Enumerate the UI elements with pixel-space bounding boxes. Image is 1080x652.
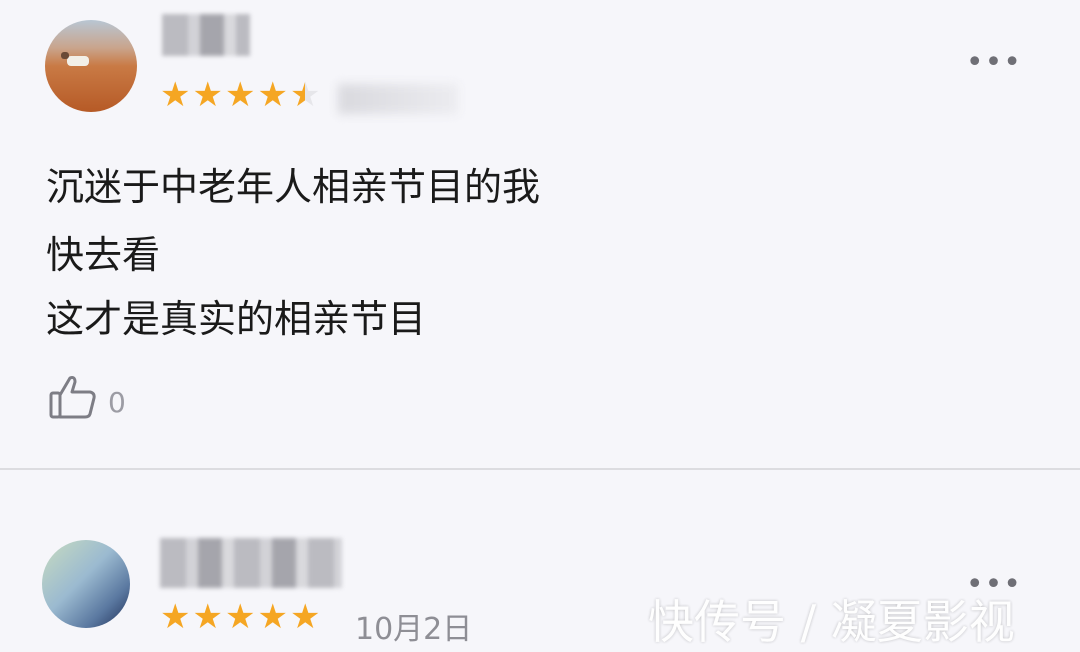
- watermark: 快传号 / 凝夏影视: [648, 595, 1015, 649]
- username-blurred[interactable]: [162, 14, 250, 56]
- avatar-blurred[interactable]: [42, 540, 130, 628]
- review-date: 10月2日: [355, 612, 473, 647]
- like-count: 0: [108, 386, 126, 419]
- more-icon[interactable]: •••: [966, 48, 1022, 78]
- comment-text-line: 快去看: [46, 233, 161, 277]
- star-rating: ★ ★ ★ ★ ★: [160, 600, 320, 634]
- star-rating: ★ ★ ★ ★ ★: [160, 78, 320, 112]
- star-icon: ★: [192, 75, 223, 115]
- star-icon: ★: [160, 597, 191, 637]
- star-icon: ★: [257, 597, 288, 637]
- star-icon: ★: [192, 597, 223, 637]
- thumbs-up-icon[interactable]: [48, 372, 98, 422]
- star-icon: ★: [224, 597, 256, 637]
- date-blurred: [338, 84, 458, 114]
- star-icon: ★: [257, 75, 288, 115]
- avatar[interactable]: [45, 20, 137, 112]
- star-icon: ★: [160, 75, 191, 115]
- username-blurred[interactable]: [160, 538, 342, 588]
- avatar-horse-image: [61, 52, 89, 66]
- comment-text-line: 这才是真实的相亲节目: [46, 297, 427, 341]
- comment-text-line: 沉迷于中老年人相亲节目的我: [46, 165, 541, 209]
- star-half-icon: ★: [289, 75, 321, 115]
- divider: [0, 468, 1080, 470]
- star-icon: ★: [289, 597, 321, 637]
- star-icon: ★: [224, 75, 256, 115]
